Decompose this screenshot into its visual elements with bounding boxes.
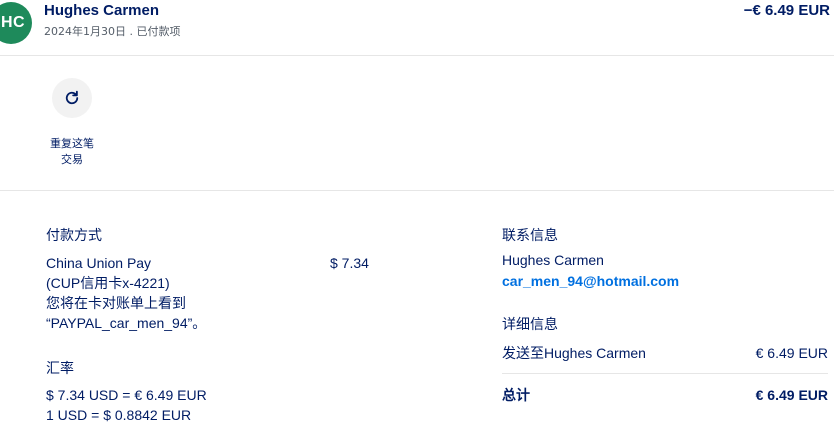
refresh-icon — [65, 90, 79, 105]
transaction-date-status: 2024年1月30日 . 已付款项 — [44, 25, 181, 38]
repeat-label-line2: 交易 — [61, 153, 83, 166]
payment-method-heading: 付款方式 — [46, 228, 102, 244]
payment-method-card: (CUP信用卡x-4221) — [46, 275, 170, 291]
avatar: HC — [0, 2, 32, 44]
sent-to-label: 发送至Hughes Carmen — [502, 345, 646, 361]
payment-amount-usd: $ 7.34 — [330, 255, 369, 271]
total-label: 总计 — [502, 387, 530, 403]
avatar-initials: HC — [0, 14, 26, 31]
statement-note: 您将在卡对账单上看到 — [46, 295, 186, 311]
merchant-name: Hughes Carmen — [44, 2, 160, 19]
exchange-rate-value: 1 USD = $ 0.8842 EUR — [46, 407, 192, 423]
transaction-amount: −€ 6.49 EUR — [743, 2, 830, 19]
contact-info-heading: 联系信息 — [502, 228, 558, 244]
details-divider — [502, 373, 828, 374]
repeat-transaction-label[interactable]: 重复这笔 交易 — [44, 136, 100, 168]
actions-section: 重复这笔 交易 — [0, 56, 834, 191]
transaction-header: HC Hughes Carmen 2024年1月30日 . 已付款项 −€ 6.… — [0, 0, 834, 56]
sent-to-amount: € 6.49 EUR — [755, 345, 828, 361]
total-amount: € 6.49 EUR — [755, 387, 828, 403]
contact-email-link[interactable]: car_men_94@hotmail.com — [502, 271, 679, 291]
repeat-transaction-button[interactable] — [52, 78, 92, 118]
exchange-rate-heading: 汇率 — [46, 361, 74, 377]
repeat-label-line1: 重复这笔 — [50, 137, 94, 150]
statement-descriptor: “PAYPAL_car_men_94”。 — [46, 315, 207, 331]
contact-name: Hughes Carmen — [502, 252, 604, 268]
details-heading: 详细信息 — [502, 317, 558, 333]
payment-method-name: China Union Pay — [46, 255, 152, 271]
exchange-conversion: $ 7.34 USD = € 6.49 EUR — [46, 387, 207, 403]
